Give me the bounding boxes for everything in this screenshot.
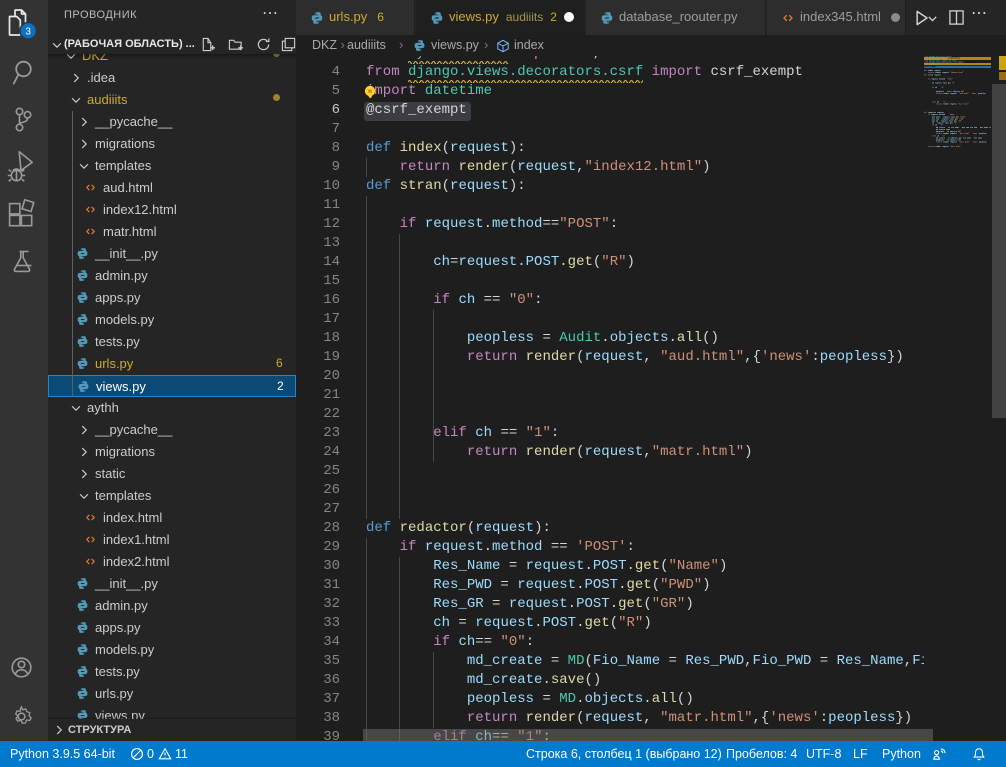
svg-text:3: 3 xyxy=(25,27,31,38)
